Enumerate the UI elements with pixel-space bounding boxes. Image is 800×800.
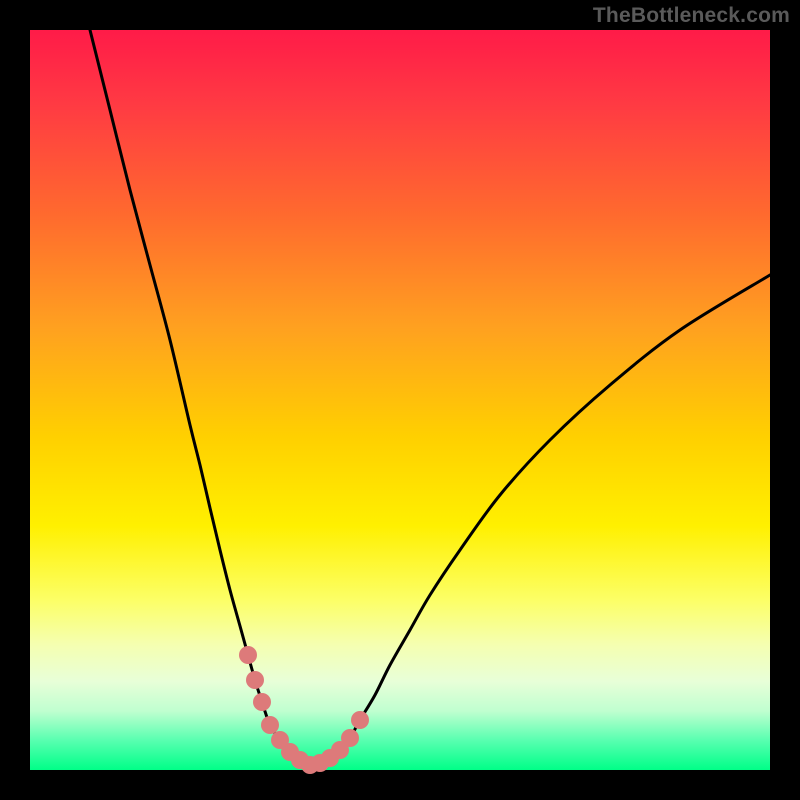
- dip-marker: [253, 693, 271, 711]
- dip-marker: [351, 711, 369, 729]
- dip-marker: [261, 716, 279, 734]
- dip-marker: [239, 646, 257, 664]
- curve-left-branch: [90, 30, 310, 765]
- curve-layer: [30, 30, 770, 770]
- outer-frame: TheBottleneck.com: [0, 0, 800, 800]
- watermark-text: TheBottleneck.com: [593, 4, 790, 28]
- dip-marker: [246, 671, 264, 689]
- plot-area: [30, 30, 770, 770]
- curve-right-branch: [310, 275, 770, 765]
- dip-marker: [341, 729, 359, 747]
